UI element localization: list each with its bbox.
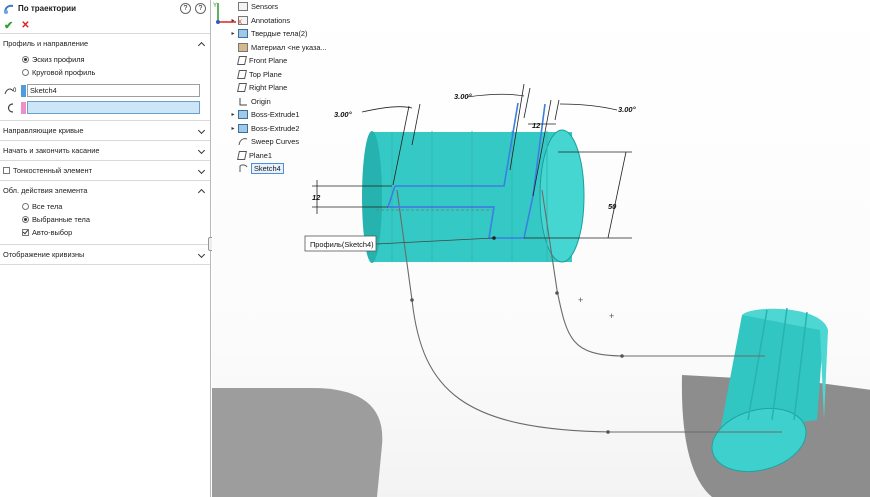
axis-y-label: Y (213, 3, 217, 9)
material-icon (238, 42, 248, 52)
help-icon[interactable]: ? (180, 3, 191, 14)
option-selected-bodies-label: Выбранные тела (32, 215, 90, 224)
option-sketch-profile[interactable]: Эскиз профиля (0, 53, 210, 66)
profile-direction-title: Профиль и направление (3, 39, 89, 48)
path-color-tag (21, 101, 26, 114)
curve-icon (238, 137, 248, 146)
profile-icon: 0 (4, 85, 18, 97)
graphics-viewport[interactable]: + + 3.00° 3.00° 3.00° 12 12 50 Профиль(S… (212, 0, 870, 497)
tree-item-front-plane[interactable]: Front Plane (228, 54, 368, 68)
plane-icon (237, 69, 247, 79)
curvature-display-header[interactable]: Отображение кривизны (0, 245, 210, 264)
tree-item-top-plane[interactable]: Top Plane (228, 68, 368, 82)
option-all-bodies-label: Все тела (32, 202, 63, 211)
feature-scope-header[interactable]: Обл. действия элемента (0, 181, 210, 200)
expand-arrow-icon[interactable]: ▸ (228, 30, 238, 37)
thin-feature-section[interactable]: Тонкостенный элемент (0, 161, 210, 181)
radio-all-bodies[interactable] (22, 203, 29, 210)
path-icon (4, 102, 18, 114)
tree-item-sketch4[interactable]: Sketch4 (228, 162, 368, 176)
svg-text:+: + (578, 295, 583, 305)
guide-curves-section[interactable]: Направляющие кривые (0, 121, 210, 141)
guide-curves-title: Направляющие кривые (3, 126, 84, 135)
start-end-tangency-section[interactable]: Начать и закончить касание (0, 141, 210, 161)
info-icon[interactable]: ? (195, 3, 206, 14)
tree-item-boss-extrude1[interactable]: ▸ Boss-Extrude1 (228, 108, 368, 122)
shadow-left (212, 388, 383, 497)
option-circular-profile[interactable]: Круговой профиль (0, 66, 210, 79)
radio-sketch-profile[interactable] (22, 56, 29, 63)
profile-selection-box[interactable]: Sketch4 (27, 84, 200, 97)
profile-direction-header[interactable]: Профиль и направление (0, 34, 210, 53)
confirm-bar: ✔ ✕ (0, 17, 210, 34)
property-manager-header: По траектории ? ? (0, 0, 210, 17)
tree-item-material[interactable]: Материал <не указа... (228, 41, 368, 55)
extrude-icon (238, 110, 248, 120)
dim-width-left[interactable]: 12 (312, 193, 321, 202)
curvature-display-section[interactable]: Отображение кривизны (0, 245, 210, 265)
expand-chevron-icon[interactable] (198, 251, 206, 259)
auto-select-checkbox[interactable] (22, 229, 29, 236)
thin-feature-title: Тонкостенный элемент (13, 166, 93, 175)
tree-item-solid-bodies[interactable]: ▸ Твердые тела(2) (228, 27, 368, 41)
collapse-chevron-icon[interactable] (198, 40, 206, 48)
dim-width-top[interactable]: 12 (532, 121, 541, 130)
dim-angle-right[interactable]: 3.00° (618, 105, 637, 114)
plane-icon (237, 83, 247, 93)
solid-bodies-icon (238, 29, 248, 39)
tree-item-origin[interactable]: Origin (228, 95, 368, 109)
axis-x-label: X (238, 20, 242, 26)
expand-arrow-icon[interactable]: ▸ (228, 125, 238, 132)
cancel-x-icon[interactable]: ✕ (21, 20, 29, 31)
expand-arrow-icon[interactable]: ▸ (228, 111, 238, 118)
profile-color-tag (21, 84, 26, 97)
svg-text:+: + (609, 311, 614, 321)
option-auto-select[interactable]: Авто-выбор (0, 226, 210, 239)
thin-feature-checkbox[interactable] (3, 167, 10, 174)
expand-chevron-icon[interactable] (198, 127, 206, 135)
profile-direction-section: Профиль и направление Эскиз профиля Круг… (0, 34, 210, 121)
dim-height[interactable]: 50 (608, 202, 617, 211)
profile-selection-row: 0 Sketch4 (0, 82, 210, 99)
sketch-icon (238, 164, 248, 173)
tree-item-plane1[interactable]: Plane1 (228, 149, 368, 163)
auto-select-label: Авто-выбор (32, 228, 73, 237)
curvature-display-title: Отображение кривизны (3, 250, 85, 259)
option-selected-bodies[interactable]: Выбранные тела (0, 213, 210, 226)
option-circular-profile-label: Круговой профиль (32, 68, 96, 77)
tree-item-boss-extrude2[interactable]: ▸ Boss-Extrude2 (228, 122, 368, 136)
collapse-chevron-icon[interactable] (198, 187, 206, 195)
option-sketch-profile-label: Эскиз профиля (32, 55, 85, 64)
axis-triad: Y X (213, 3, 242, 26)
expand-chevron-icon[interactable] (198, 147, 206, 155)
expand-chevron-icon[interactable] (198, 167, 206, 175)
guide-curves-header[interactable]: Направляющие кривые (0, 121, 210, 140)
radio-circular-profile[interactable] (22, 69, 29, 76)
option-all-bodies[interactable]: Все тела (0, 200, 210, 213)
path-selection-box[interactable] (27, 101, 200, 114)
property-manager-title: По траектории (18, 4, 76, 13)
origin-icon (238, 97, 248, 106)
tree-item-sweep-curves[interactable]: Sweep Curves (228, 135, 368, 149)
sweep-feature-icon (4, 4, 14, 14)
start-end-tangency-header[interactable]: Начать и закончить касание (0, 141, 210, 160)
svg-text:0: 0 (13, 88, 17, 94)
ok-check-icon[interactable]: ✔ (4, 19, 13, 32)
profile-callout[interactable]: Профиль(Sketch4) (304, 235, 377, 252)
plane-icon (237, 56, 247, 66)
radio-selected-bodies[interactable] (22, 216, 29, 223)
path-selection-row (0, 99, 210, 116)
thin-feature-header[interactable]: Тонкостенный элемент (0, 161, 210, 180)
extrude-icon (238, 123, 248, 133)
svg-text:Профиль(Sketch4): Профиль(Sketch4) (310, 240, 374, 249)
plane-icon (237, 150, 247, 160)
property-manager-panel: По траектории ? ? ✔ ✕ Профиль и направле… (0, 0, 211, 497)
feature-scope-title: Обл. действия элемента (3, 186, 88, 195)
dim-angle-top[interactable]: 3.00° (454, 92, 473, 101)
tree-item-right-plane[interactable]: Right Plane (228, 81, 368, 95)
feature-scope-section: Обл. действия элемента Все тела Выбранны… (0, 181, 210, 245)
start-end-tangency-title: Начать и закончить касание (3, 146, 100, 155)
